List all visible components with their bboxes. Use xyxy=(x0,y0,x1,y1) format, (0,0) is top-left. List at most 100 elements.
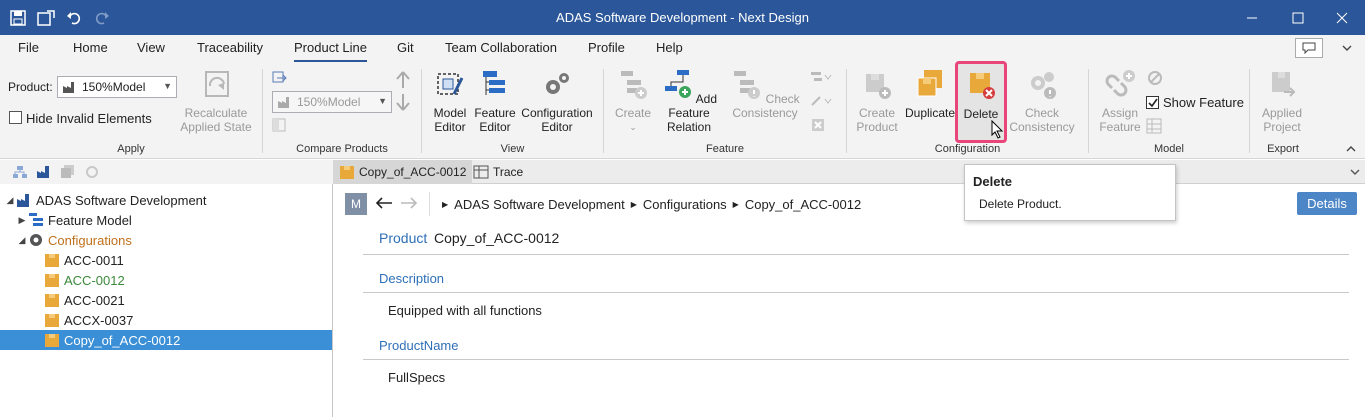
model-badge[interactable]: M xyxy=(345,193,367,215)
back-arrow-icon[interactable] xyxy=(375,196,393,210)
feature-delete-icon[interactable] xyxy=(810,117,826,133)
tree-node-label: Copy_of_ACC-0012 xyxy=(64,332,181,348)
feature-link-icon[interactable] xyxy=(810,93,832,109)
tree-node-accx-0037[interactable]: ACCX-0037 xyxy=(44,310,133,330)
menu-home[interactable]: Home xyxy=(73,40,108,55)
title-bar: ADAS Software Development - Next Design xyxy=(0,0,1365,35)
export-icon xyxy=(1272,72,1296,97)
menu-view[interactable]: View xyxy=(137,40,165,55)
model-editor-label: Model Editor xyxy=(433,106,467,134)
configuration-editor-button[interactable]: Configuration Editor xyxy=(518,68,596,134)
menu-profile[interactable]: Profile xyxy=(588,40,625,55)
check-configuration-consistency-button[interactable]: Check Consistency xyxy=(1008,68,1076,134)
show-feature-checkbox[interactable] xyxy=(1146,96,1159,109)
create-feature-button[interactable]: Create ⌄ xyxy=(611,68,655,134)
feedback-button[interactable] xyxy=(1295,38,1323,58)
create-product-label: Create Product xyxy=(856,106,898,134)
create-product-button[interactable]: Create Product xyxy=(854,68,900,134)
feature-grid-icon[interactable] xyxy=(1146,118,1162,134)
divider xyxy=(363,292,1349,293)
check-feature-consistency-button[interactable]: Check Consistency xyxy=(726,68,804,120)
tree-node-root-label: ADAS Software Development xyxy=(36,192,207,208)
cursor-icon xyxy=(991,120,1004,139)
product-box-icon xyxy=(45,254,59,267)
settings-icon[interactable] xyxy=(84,164,100,179)
compare-icon xyxy=(272,71,287,83)
breadcrumb-item[interactable]: Copy_of_ACC-0012 xyxy=(745,197,861,212)
tree-node-acc-0021[interactable]: ACC-0021 xyxy=(44,290,125,310)
collapse-icon[interactable]: ▶ xyxy=(16,215,28,226)
tree-node-configurations-label: Configurations xyxy=(48,232,132,248)
product-box-icon xyxy=(45,314,59,327)
feature-editor-button[interactable]: Feature Editor xyxy=(473,68,517,134)
chevron-up-icon[interactable] xyxy=(1346,145,1356,153)
recalculate-icon xyxy=(205,71,229,97)
chevron-down-icon: ▼ xyxy=(378,96,387,106)
copy-icon[interactable] xyxy=(60,164,76,179)
tree-node-configurations[interactable]: ◢ Configurations xyxy=(16,230,132,250)
model-editor-button[interactable]: Model Editor xyxy=(428,68,472,134)
description-value[interactable]: Equipped with all functions xyxy=(388,303,542,318)
compare-combo[interactable]: 150%Model ▼ xyxy=(272,91,392,113)
tab-trace[interactable]: Trace xyxy=(467,160,529,184)
group-feature: Feature xyxy=(706,143,744,155)
ribbon-collapse-button[interactable] xyxy=(1337,40,1357,56)
breadcrumb-item[interactable]: ADAS Software Development xyxy=(454,197,625,212)
tab-copy-of-acc-0012[interactable]: Copy_of_ACC-0012 xyxy=(333,160,473,184)
menu-team-collaboration[interactable]: Team Collaboration xyxy=(445,40,557,55)
tree-toolbar xyxy=(0,160,333,184)
tree-node-acc-0011[interactable]: ACC-0011 xyxy=(44,250,124,270)
tree-node-copy-of-acc-0012[interactable]: Copy_of_ACC-0012 xyxy=(0,330,332,350)
maximize-button[interactable] xyxy=(1275,0,1321,35)
product-name-title: Copy_of_ACC-0012 xyxy=(434,230,560,246)
menu-file[interactable]: File xyxy=(18,40,39,55)
tree-node-acc-0012[interactable]: ACC-0012 xyxy=(44,270,125,290)
arrow-down-icon[interactable] xyxy=(396,93,410,111)
check-consistency-icon xyxy=(734,71,761,99)
feature-editor-label: Feature Editor xyxy=(474,106,516,134)
menu-product-line[interactable]: Product Line xyxy=(294,40,367,62)
tab-label: Trace xyxy=(493,165,524,179)
unlink-icon[interactable] xyxy=(1146,69,1164,87)
delete-button[interactable]: Delete xyxy=(955,61,1007,143)
duplicate-button[interactable]: Duplicate xyxy=(903,68,957,120)
tree-node-feature-model-label: Feature Model xyxy=(48,212,132,228)
breadcrumb-item[interactable]: Configurations xyxy=(643,197,727,212)
hierarchy-icon[interactable] xyxy=(12,165,28,179)
delete-product-icon xyxy=(970,73,995,99)
product-combo[interactable]: 150%Model ▼ xyxy=(57,76,177,98)
applied-project-button[interactable]: Applied Project xyxy=(1256,68,1308,134)
forward-arrow-icon xyxy=(401,197,418,209)
tree-node-root[interactable]: ◢ ADAS Software Development xyxy=(4,190,207,210)
check-configuration-consistency-label: Check Consistency xyxy=(1009,106,1075,134)
menu-traceability[interactable]: Traceability xyxy=(197,40,263,55)
minimize-button[interactable] xyxy=(1229,0,1275,35)
group-configuration: Configuration xyxy=(934,143,1001,155)
feature-sort-icon[interactable] xyxy=(810,69,832,85)
recalculate-button[interactable]: Recalculate Applied State xyxy=(178,68,254,134)
details-button[interactable]: Details xyxy=(1297,192,1357,215)
arrow-up-icon[interactable] xyxy=(396,71,410,89)
product-box-icon xyxy=(340,166,354,179)
productname-label: ProductName xyxy=(379,338,459,353)
group-compare: Compare Products xyxy=(296,143,388,155)
menu-help[interactable]: Help xyxy=(656,40,683,55)
factory-icon[interactable] xyxy=(36,164,54,179)
menu-git[interactable]: Git xyxy=(397,40,414,55)
add-feature-relation-button[interactable]: Add Feature Relation xyxy=(656,68,722,134)
tree-node-label: ACCX-0037 xyxy=(64,312,134,328)
divider xyxy=(363,359,1349,360)
assign-feature-button[interactable]: Assign Feature xyxy=(1096,68,1144,134)
feature-model-icon xyxy=(29,213,43,226)
divider xyxy=(363,254,1349,255)
expand-icon[interactable]: ◢ xyxy=(16,235,28,246)
productname-value[interactable]: FullSpecs xyxy=(388,370,445,385)
product-box-icon xyxy=(45,274,59,287)
chevron-down-icon[interactable] xyxy=(1350,168,1360,176)
expand-icon[interactable]: ◢ xyxy=(4,195,16,206)
menu-bar: File Home View Traceability Product Line… xyxy=(0,35,1365,63)
hide-invalid-checkbox[interactable] xyxy=(9,111,22,124)
tree-node-feature-model[interactable]: ▶ Feature Model xyxy=(16,210,132,230)
separator xyxy=(421,69,422,153)
close-button[interactable] xyxy=(1319,0,1365,35)
